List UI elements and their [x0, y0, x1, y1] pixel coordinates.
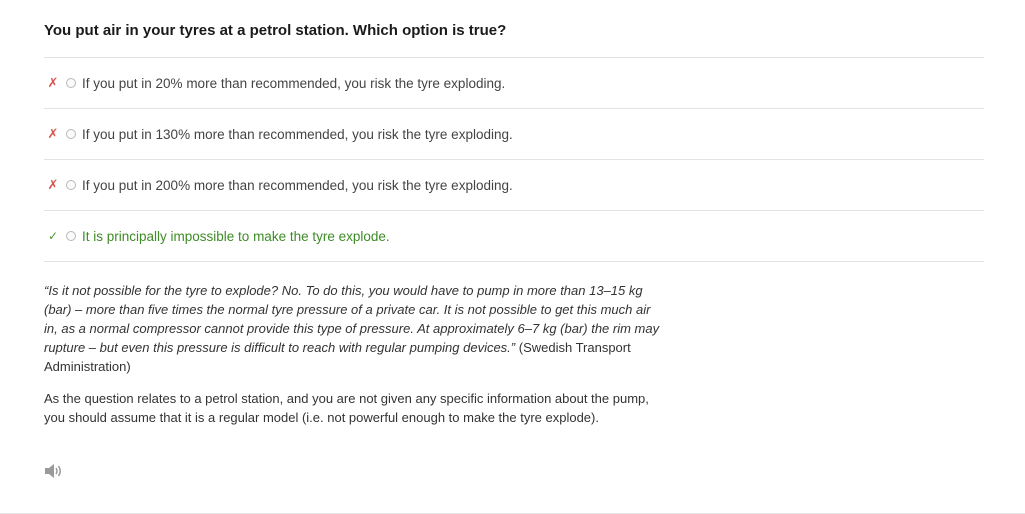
answer-option-correct[interactable]: ✓ It is principally impossible to make t… — [44, 210, 984, 262]
question-title: You put air in your tyres at a petrol st… — [44, 22, 507, 39]
explanation-paragraph: As the question relates to a petrol stat… — [44, 391, 649, 425]
radio-button[interactable] — [66, 78, 76, 88]
answer-option-text: It is principally impossible to make the… — [82, 228, 390, 244]
incorrect-mark-icon: ✗ — [47, 75, 59, 90]
radio-button[interactable] — [66, 231, 76, 241]
answer-option[interactable]: ✗ If you put in 20% more than recommende… — [44, 57, 984, 108]
incorrect-mark-icon: ✗ — [47, 177, 59, 192]
correct-checkmark-icon: ✓ — [47, 229, 59, 243]
speaker-icon[interactable] — [43, 462, 63, 480]
answer-option[interactable]: ✗ If you put in 200% more than recommend… — [44, 159, 984, 210]
answer-option-text: If you put in 20% more than recommended,… — [82, 75, 506, 91]
answer-option-text: If you put in 130% more than recommended… — [82, 126, 513, 142]
answer-option[interactable]: ✗ If you put in 130% more than recommend… — [44, 108, 984, 159]
explanation-quote: “Is it not possible for the tyre to expl… — [44, 281, 664, 376]
radio-button[interactable] — [66, 180, 76, 190]
radio-button[interactable] — [66, 129, 76, 139]
answer-option-text: If you put in 200% more than recommended… — [82, 177, 513, 193]
incorrect-mark-icon: ✗ — [47, 126, 59, 141]
answer-options: ✗ If you put in 20% more than recommende… — [44, 57, 984, 262]
speaker-icon-graphic — [45, 464, 61, 478]
explanation: “Is it not possible for the tyre to expl… — [44, 281, 664, 427]
